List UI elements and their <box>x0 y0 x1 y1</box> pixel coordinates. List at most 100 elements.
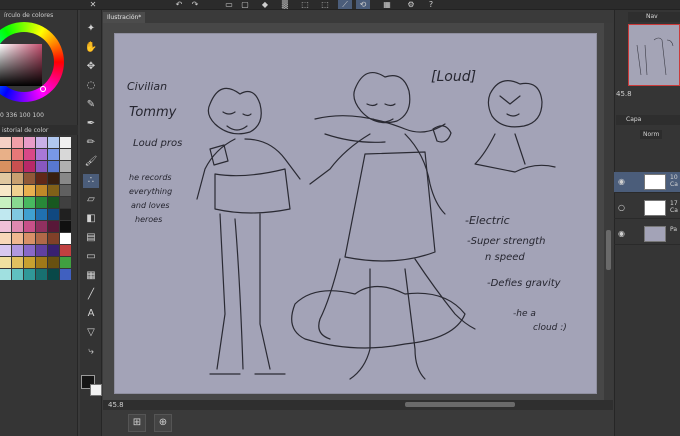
layer-property-icon[interactable]: ⊞ <box>128 414 146 432</box>
tone-icon[interactable]: ▒ <box>278 0 292 9</box>
brush-icon[interactable]: 🖌 <box>83 155 99 169</box>
layer-visibility-icon[interactable]: ◉ <box>618 229 625 238</box>
drawing-canvas[interactable]: Civilian Tommy Loud pros he records ever… <box>114 33 597 394</box>
color-swatch[interactable] <box>24 197 35 208</box>
snap-special-icon[interactable]: ⟲ <box>356 0 370 9</box>
undo-icon[interactable]: ↶ <box>172 0 186 9</box>
deselect-icon[interactable]: ⬚ <box>298 0 312 9</box>
color-swatch[interactable] <box>24 173 35 184</box>
color-swatch[interactable] <box>60 209 71 220</box>
color-swatch[interactable] <box>12 257 23 268</box>
vertical-scrollbar[interactable] <box>604 23 613 400</box>
navigator-tab[interactable]: Nav <box>628 12 680 22</box>
saturation-value-picker[interactable] <box>0 44 42 86</box>
color-swatch[interactable] <box>60 149 71 160</box>
color-swatch[interactable] <box>0 209 11 220</box>
color-swatch[interactable] <box>24 161 35 172</box>
zoom-value[interactable]: 45.8 <box>108 400 124 410</box>
frame-icon[interactable]: ▦ <box>83 269 99 283</box>
airbrush-icon[interactable]: ∴ <box>83 174 99 188</box>
color-swatch[interactable] <box>24 233 35 244</box>
correct-line-icon[interactable]: ⤷ <box>83 345 99 359</box>
color-swatch[interactable] <box>36 197 47 208</box>
color-swatch[interactable] <box>60 173 71 184</box>
color-swatch[interactable] <box>24 269 35 280</box>
color-swatch[interactable] <box>60 137 71 148</box>
eyedropper-icon[interactable]: ✎ <box>83 98 99 112</box>
color-swatch[interactable] <box>0 221 11 232</box>
color-swatch[interactable] <box>12 221 23 232</box>
layer-row[interactable]: ○ 17 Ca <box>614 198 680 219</box>
color-swatch[interactable] <box>48 149 59 160</box>
color-swatch[interactable] <box>36 173 47 184</box>
color-swatch[interactable] <box>24 257 35 268</box>
color-swatch[interactable] <box>60 269 71 280</box>
color-swatch[interactable] <box>36 221 47 232</box>
color-swatch[interactable] <box>12 197 23 208</box>
color-swatch[interactable] <box>36 161 47 172</box>
vertical-scroll-thumb[interactable] <box>606 230 611 270</box>
color-swatch[interactable] <box>0 137 11 148</box>
color-swatch[interactable] <box>0 173 11 184</box>
navigator-icon[interactable]: ⊕ <box>154 414 172 432</box>
color-swatch[interactable] <box>60 185 71 196</box>
color-swatch[interactable] <box>0 185 11 196</box>
redo-icon[interactable]: ↷ <box>188 0 202 9</box>
navigator-zoom[interactable]: 45.8 <box>616 90 632 98</box>
tab-close-icon[interactable]: ✕ <box>86 0 100 9</box>
blend-mode-select[interactable]: Norm <box>640 130 663 139</box>
lasso-icon[interactable]: ◌ <box>83 79 99 93</box>
color-swatch[interactable] <box>36 233 47 244</box>
color-swatch[interactable] <box>60 257 71 268</box>
horizontal-scroll-thumb[interactable] <box>405 402 515 407</box>
hand-icon[interactable]: ✋ <box>83 41 99 55</box>
color-swatch[interactable] <box>48 269 59 280</box>
color-swatch[interactable] <box>60 221 71 232</box>
settings-icon[interactable]: ⚙ <box>404 0 418 9</box>
cursor-icon[interactable]: ✦ <box>83 22 99 36</box>
color-swatch[interactable] <box>48 137 59 148</box>
layer-panel-tab[interactable]: Capa <box>616 115 680 125</box>
color-swatch[interactable] <box>36 257 47 268</box>
color-swatch[interactable] <box>60 161 71 172</box>
color-swatch[interactable] <box>12 209 23 220</box>
color-swatch[interactable] <box>48 185 59 196</box>
color-swatch[interactable] <box>0 245 11 256</box>
color-swatch[interactable] <box>48 257 59 268</box>
pencil-icon[interactable]: ✏ <box>83 136 99 150</box>
move-icon[interactable]: ✥ <box>83 60 99 74</box>
pen-icon[interactable]: ✒ <box>83 117 99 131</box>
snap-ruler-icon[interactable]: ⟋ <box>338 0 352 9</box>
color-swatch[interactable] <box>48 233 59 244</box>
document-tab[interactable]: Ilustración* <box>103 12 145 23</box>
color-swatch[interactable] <box>12 161 23 172</box>
color-swatch[interactable] <box>24 221 35 232</box>
color-swatch[interactable] <box>12 245 23 256</box>
eraser-icon[interactable]: ▱ <box>83 193 99 207</box>
color-swatch[interactable] <box>48 173 59 184</box>
gradient-icon[interactable]: ▤ <box>83 231 99 245</box>
color-swatch[interactable] <box>60 233 71 244</box>
picker-handle[interactable] <box>40 86 46 92</box>
color-swatch[interactable] <box>48 221 59 232</box>
color-swatch[interactable] <box>0 161 11 172</box>
color-swatch[interactable] <box>12 269 23 280</box>
help-icon[interactable]: ? <box>424 0 438 9</box>
fill-icon[interactable]: ◧ <box>83 212 99 226</box>
color-swatch[interactable] <box>0 233 11 244</box>
color-swatch[interactable] <box>36 185 47 196</box>
navigator-preview[interactable] <box>628 24 680 86</box>
layer-visibility-icon[interactable]: ○ <box>618 203 625 212</box>
color-swatch[interactable] <box>24 209 35 220</box>
color-swatch[interactable] <box>12 173 23 184</box>
text-icon[interactable]: A <box>83 307 99 321</box>
background-color[interactable] <box>90 384 102 396</box>
color-swatch[interactable] <box>0 269 11 280</box>
color-swatch[interactable] <box>48 161 59 172</box>
color-swatch[interactable] <box>60 197 71 208</box>
color-swatch[interactable] <box>36 269 47 280</box>
layer-row[interactable]: ◉ Pa <box>614 224 680 245</box>
color-swatch[interactable] <box>12 185 23 196</box>
color-swatch[interactable] <box>36 149 47 160</box>
color-swatch[interactable] <box>0 257 11 268</box>
